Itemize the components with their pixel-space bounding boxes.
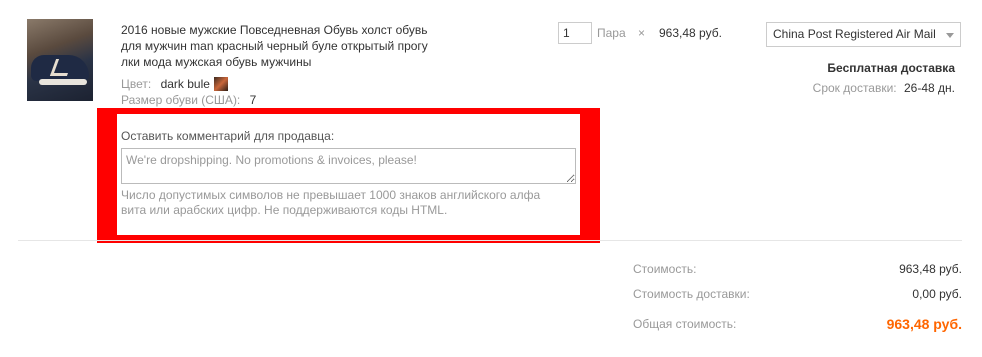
quantity-unit: Пара [597,26,626,40]
divider [18,240,962,241]
chevron-down-icon [946,33,954,38]
delivery-value: 26-48 дн. [904,81,955,95]
color-value: dark bule [160,77,210,91]
comment-label: Оставить комментарий для продавца: [121,129,335,143]
comment-hint: Число допустимых символов не превышает 1… [121,188,541,217]
color-attribute: Цвет: dark bule [121,77,228,91]
shipping-cost-value: 0,00 руб. [912,287,962,301]
unit-price: 963,48 руб. [659,26,722,40]
cost-value: 963,48 руб. [899,262,962,276]
product-thumbnail[interactable] [27,19,93,101]
size-attribute: Размер обуви (США): 7 [121,93,256,107]
total-value: 963,48 руб. [886,316,962,332]
quantity-input[interactable] [558,22,592,44]
shipping-cost-label: Стоимость доставки: [633,287,750,301]
free-shipping-text: Бесплатная доставка [827,61,955,75]
delivery-time: Срок доставки: 26-48 дн. [813,81,955,95]
size-value: 7 [249,93,257,107]
color-swatch-icon [213,77,228,91]
seller-comment-textarea[interactable] [121,148,576,184]
shipping-method-value: China Post Registered Air Mail [773,27,936,41]
shipping-method-select[interactable]: China Post Registered Air Mail [766,22,961,47]
times-sign: × [638,26,646,40]
delivery-label: Срок доставки: [812,81,897,95]
total-label: Общая стоимость: [633,317,737,331]
size-label: Размер обуви (США): [121,93,241,107]
color-label: Цвет: [121,77,152,91]
product-title[interactable]: 2016 новые мужские Повседневная Обувь хо… [121,22,431,70]
cost-label: Стоимость: [633,262,697,276]
